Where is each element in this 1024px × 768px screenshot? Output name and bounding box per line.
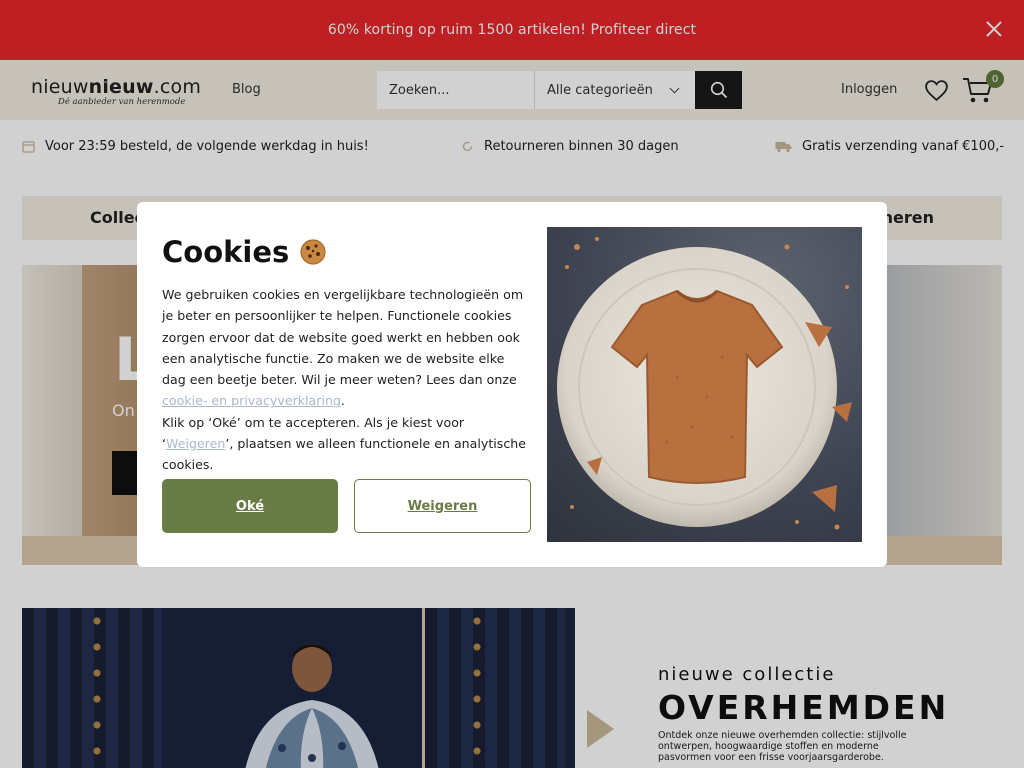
cookie-consent-modal: Cookies We gebruiken cookies en vergelij…	[137, 202, 887, 567]
cookie-shirt-illustration	[557, 237, 852, 530]
decline-cookies-button[interactable]: Weigeren	[354, 479, 531, 533]
privacy-policy-link[interactable]: cookie- en privacyverklaring	[162, 393, 341, 408]
cookie-modal-title: Cookies	[162, 235, 290, 269]
cookie-modal-image	[547, 227, 862, 542]
cookie-icon	[300, 239, 326, 265]
decline-inline-link[interactable]: Weigeren	[166, 436, 225, 451]
cookie-modal-text: We gebruiken cookies en vergelijkbare te…	[162, 287, 526, 473]
accept-cookies-button[interactable]: Oké	[162, 479, 338, 533]
